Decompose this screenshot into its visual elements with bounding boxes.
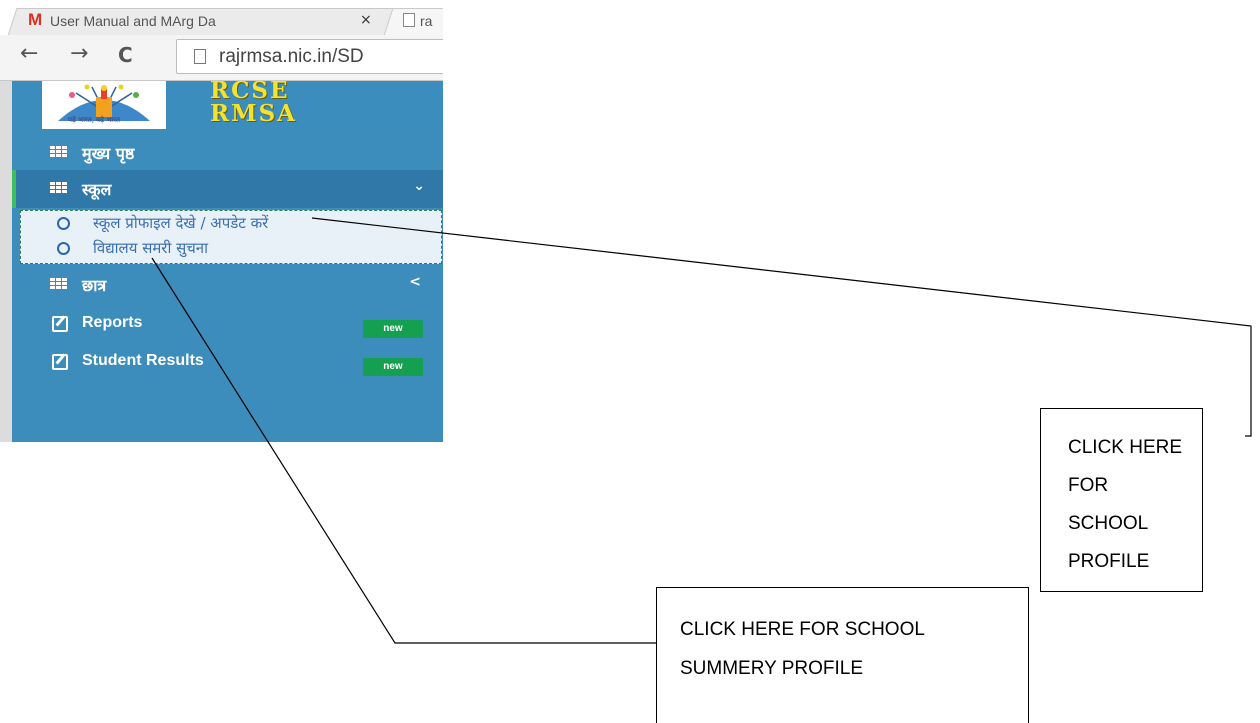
submenu-item-school-summary[interactable]: विद्यालय समरी सुचना — [21, 237, 441, 261]
tab-title: User Manual and MArg Da — [50, 13, 216, 29]
callout-line: PROFILE — [1068, 551, 1150, 572]
edit-icon — [52, 316, 68, 332]
submenu-item-label: विद्यालय समरी सुचना — [93, 239, 208, 257]
circle-icon — [57, 242, 70, 255]
brand-title: RCSE RMSA — [210, 79, 297, 125]
browser-screenshot: M User Manual and MArg Da × ra ← → C raj… — [0, 0, 443, 442]
sidebar-item-reports[interactable]: Reports new — [12, 306, 443, 342]
grid-icon — [50, 278, 68, 290]
edit-icon — [52, 354, 68, 370]
url-text: rajrmsa.nic.in/SD — [219, 46, 364, 67]
sidebar-item-label: मुख्य पृष्ठ — [82, 144, 135, 163]
sidebar-item-label: स्कूल — [82, 180, 112, 199]
browser-toolbar: ← → C rajrmsa.nic.in/SD — [0, 35, 443, 81]
new-badge: new — [363, 320, 423, 338]
back-arrow-icon[interactable]: ← — [20, 41, 38, 66]
sidebar-item-label: Student Results — [82, 352, 204, 369]
sidebar-item-home[interactable]: मुख्य पृष्ठ — [12, 134, 443, 170]
reload-icon[interactable]: C — [118, 43, 133, 67]
callout-line: FOR — [1068, 475, 1109, 496]
grid-icon — [50, 182, 68, 194]
tab-strip: M User Manual and MArg Da × ra — [0, 0, 443, 36]
callout-line: CLICK HERE — [1068, 437, 1183, 458]
gmail-icon: M — [28, 10, 43, 29]
sidebar-item-label: छात्र — [82, 276, 107, 295]
grid-icon — [50, 146, 68, 158]
summary-callout-box: CLICK HERE FOR SCHOOL SUMMERY PROFILE — [656, 587, 1029, 723]
school-submenu: स्कूल प्रोफाइल देखे / अपडेट करें विद्याल… — [20, 210, 442, 264]
submenu-item-school-profile[interactable]: स्कूल प्रोफाइल देखे / अपडेट करें — [21, 212, 441, 236]
new-badge: new — [363, 358, 423, 376]
profile-callout-line — [311, 217, 1252, 437]
sidebar-menu: मुख्य पृष्ठ स्कूल ⌄ स्कूल प्रोफाइल देखे … — [12, 129, 443, 442]
circle-icon — [57, 217, 70, 230]
brand-line-2: RMSA — [210, 100, 298, 127]
callout-line: SUMMERY PROFILE — [680, 658, 864, 679]
chevron-left-icon: < — [409, 274, 421, 290]
address-bar[interactable]: rajrmsa.nic.in/SD — [176, 39, 443, 74]
tab-title: ra — [420, 13, 433, 29]
rmsa-logo[interactable]: पढ़े भारत, बढ़े भारत — [42, 81, 166, 129]
submenu-item-label: स्कूल प्रोफाइल देखे / अपडेट करें — [93, 214, 269, 232]
sidebar-item-student-results[interactable]: Student Results new — [12, 344, 443, 380]
logo-tagline: पढ़े भारत, बढ़े भारत — [68, 116, 120, 124]
sidebar-item-school[interactable]: स्कूल ⌄ — [12, 170, 443, 208]
chevron-down-icon: ⌄ — [413, 178, 425, 194]
brand-line-1: RCSE — [210, 77, 290, 104]
forward-arrow-icon[interactable]: → — [70, 41, 88, 66]
callout-line: CLICK HERE FOR SCHOOL — [680, 619, 925, 640]
app-header: पढ़े भारत, बढ़े भारत RCSE RMSA — [12, 79, 443, 129]
profile-callout-box: CLICK HERE FOR SCHOOL PROFILE — [1040, 408, 1203, 592]
callout-line: SCHOOL — [1068, 513, 1149, 534]
sidebar-item-label: Reports — [82, 314, 143, 331]
page-icon — [403, 13, 415, 27]
sidebar-item-students[interactable]: छात्र < — [12, 266, 443, 302]
tab-close-icon[interactable]: × — [360, 12, 372, 28]
page-icon — [194, 49, 206, 64]
